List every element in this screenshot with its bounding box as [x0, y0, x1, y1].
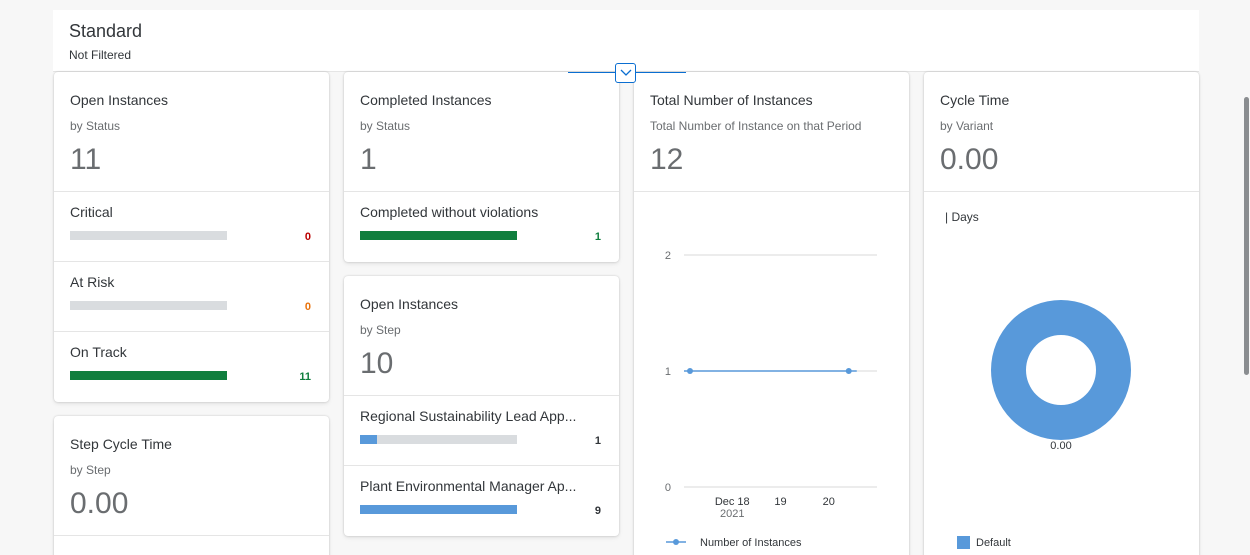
progress-bar [70, 301, 227, 310]
donut-slice [991, 300, 1131, 440]
completed-instances-card[interactable]: Completed Instances by Status 1 Complete… [344, 72, 619, 262]
row-label: Regional Sustainability Lead App... [360, 408, 577, 424]
row-value: 9 [594, 505, 601, 517]
card-subtitle: by Variant [940, 119, 994, 133]
progress-fill [360, 231, 517, 240]
progress-fill [70, 371, 227, 380]
data-point [687, 368, 693, 374]
y-tick-label: 0 [665, 482, 671, 494]
data-label: 0.00 [1050, 440, 1071, 452]
progress-bar [70, 371, 227, 380]
cycle-time-card[interactable]: Cycle Time by Variant 0.00 | Days 0.00 Def… [924, 72, 1199, 555]
step-row-plant[interactable]: Plant Environmental Manager Ap... 9 [344, 466, 619, 536]
cycle-time-donut-chart[interactable]: | Days 0.00 Default [924, 192, 1199, 555]
progress-bar [360, 505, 517, 514]
step-row-regional[interactable]: Regional Sustainability Lead App... 1 [344, 396, 619, 466]
row-label: Plant Environmental Manager Ap... [360, 478, 577, 494]
kpi-value: 0.00 [940, 143, 999, 176]
row-value: 0 [304, 231, 311, 243]
unit-label: | Days [945, 210, 979, 224]
x-tick-sublabel: 2021 [720, 508, 744, 520]
collapse-header-button[interactable] [615, 63, 636, 83]
total-instances-card[interactable]: Total Number of Instances Total Number o… [634, 72, 909, 555]
header-divider-right [636, 72, 686, 73]
row-label: Completed without violations [360, 204, 539, 220]
card-title: Total Number of Instances [650, 92, 813, 108]
x-tick-label: 20 [823, 496, 835, 508]
y-tick-label: 2 [665, 250, 671, 262]
status-row-critical[interactable]: Critical 0 [54, 192, 329, 262]
row-label: On Track [70, 344, 127, 360]
row-label: Critical [70, 204, 113, 220]
card-subtitle: by Status [360, 119, 411, 133]
page-scrollbar[interactable] [1244, 97, 1249, 375]
status-row-at-risk[interactable]: At Risk 0 [54, 262, 329, 332]
card-title: Cycle Time [940, 92, 1010, 108]
card-title: Open Instances [360, 296, 459, 312]
card-title: Step Cycle Time [70, 436, 172, 452]
progress-bar [360, 231, 517, 240]
kpi-value: 1 [360, 143, 377, 176]
row-label: At Risk [70, 274, 115, 290]
row-value: 0 [304, 301, 311, 313]
card-subtitle: Total Number of Instance on that Period [650, 119, 862, 133]
x-tick-label: Dec 18 [715, 496, 750, 508]
open-instances-step-card[interactable]: Open Instances by Step 10 Regional Susta… [344, 276, 619, 536]
legend-label: Default [976, 537, 1011, 549]
kpi-value: 12 [650, 143, 684, 176]
x-tick-label: 19 [774, 496, 786, 508]
kpi-value: 0.00 [70, 487, 129, 520]
filter-status: Not Filtered [69, 48, 132, 62]
chevron-down-icon [620, 69, 631, 76]
card-title: Completed Instances [360, 92, 492, 108]
progress-fill [360, 505, 517, 514]
y-tick-label: 1 [665, 366, 671, 378]
status-row-on-track[interactable]: On Track 11 [54, 332, 329, 402]
progress-fill [360, 435, 378, 444]
kpi-value: 11 [70, 143, 102, 176]
open-instances-card[interactable]: Open Instances by Status 11 Critical 0 A… [54, 72, 329, 402]
legend-marker-icon [673, 539, 679, 545]
card-subtitle: by Step [70, 463, 111, 477]
card-subtitle: by Step [360, 323, 401, 337]
progress-bar [70, 231, 227, 240]
legend-label: Number of Instances [700, 537, 802, 549]
status-row-completed[interactable]: Completed without violations 1 [344, 192, 619, 262]
row-value: 1 [594, 435, 601, 447]
legend-swatch-icon [957, 536, 970, 549]
card-subtitle: by Status [70, 119, 121, 133]
kpi-value: 10 [360, 347, 394, 380]
instances-line-chart[interactable]: 0 1 2 Dec 18 19 20 2021 Number of Instances [634, 192, 909, 555]
step-cycle-time-card[interactable]: Step Cycle Time by Step 0.00 [54, 416, 329, 555]
header-divider-left [568, 72, 615, 73]
variant-title[interactable]: Standard [69, 20, 1199, 42]
row-value: 1 [594, 231, 601, 243]
row-value: 11 [299, 371, 311, 383]
progress-bar [360, 435, 517, 444]
card-title: Open Instances [70, 92, 169, 108]
data-point [845, 368, 852, 374]
